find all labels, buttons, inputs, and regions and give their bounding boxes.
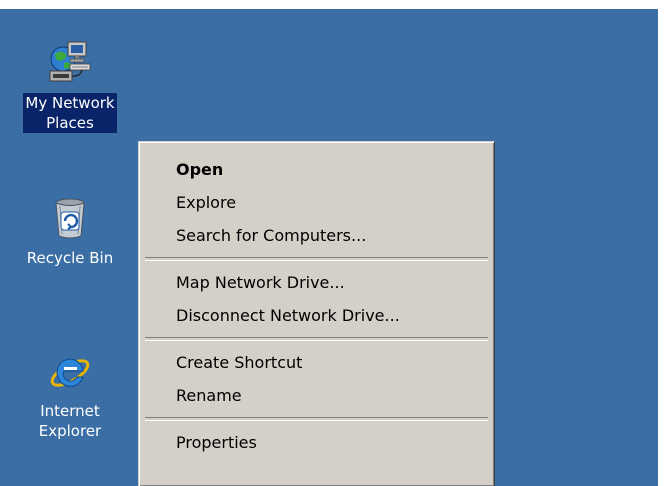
desktop-icon-internet-explorer[interactable]: Internet Explorer (6, 347, 134, 441)
desktop-icon-label: Recycle Bin (26, 249, 114, 267)
desktop-icon-recycle-bin[interactable]: Recycle Bin (6, 194, 134, 268)
desktop-icon-label: Internet Explorer (38, 402, 102, 440)
menu-item-properties[interactable]: Properties (143, 426, 490, 459)
menu-item-create-shortcut[interactable]: Create Shortcut (143, 346, 490, 379)
menu-separator (145, 257, 488, 261)
menu-item-open[interactable]: Open (143, 153, 490, 186)
menu-item-search-for-computers[interactable]: Search for Computers... (143, 219, 490, 252)
menu-separator (145, 417, 488, 421)
internet-explorer-icon (46, 347, 94, 395)
menu-item-disconnect-network-drive[interactable]: Disconnect Network Drive... (143, 299, 490, 332)
desktop[interactable]: My Network Places Recycle Bin Internet E… (0, 0, 665, 486)
recycle-bin-icon (46, 194, 94, 242)
menu-item-rename[interactable]: Rename (143, 379, 490, 412)
menu-item-map-network-drive[interactable]: Map Network Drive... (143, 266, 490, 299)
desktop-icon-my-network-places[interactable]: My Network Places (6, 39, 134, 133)
desktop-icon-label: My Network Places (23, 93, 117, 133)
context-menu: Open Explore Search for Computers... Map… (138, 141, 495, 486)
menu-item-explore[interactable]: Explore (143, 186, 490, 219)
network-places-icon (46, 39, 94, 87)
menu-separator (145, 337, 488, 341)
